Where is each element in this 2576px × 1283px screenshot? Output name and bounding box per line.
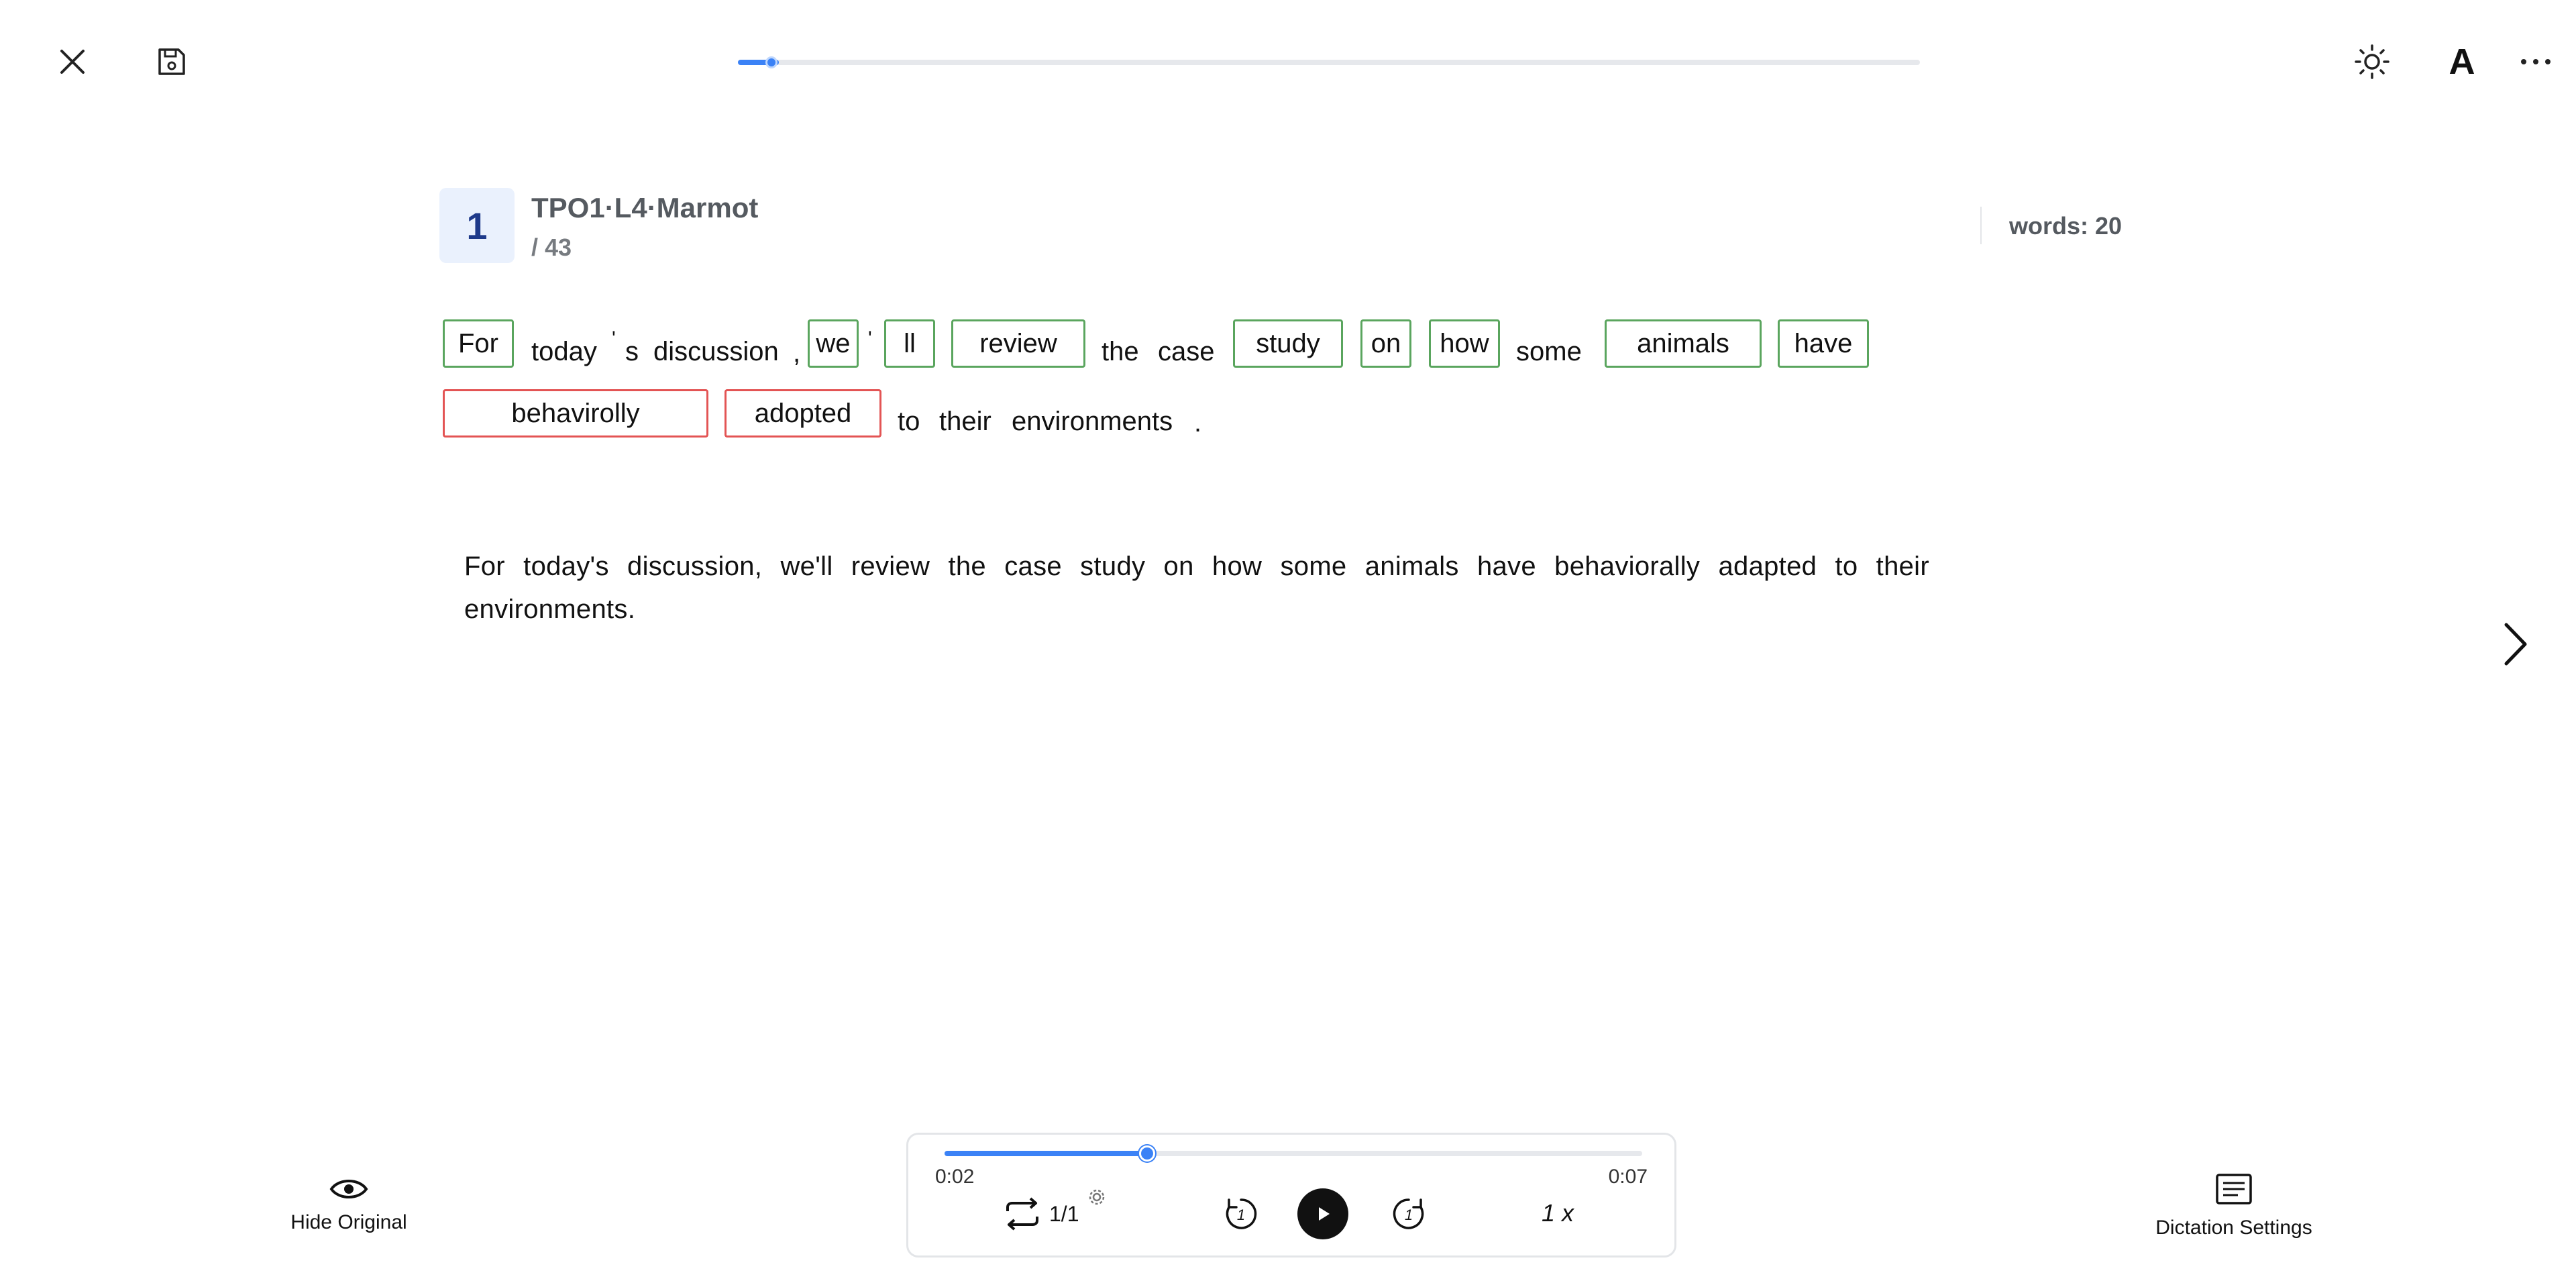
audio-seek-bar[interactable]	[945, 1145, 1642, 1162]
playback-speed-button[interactable]: 1 x	[1542, 1199, 1574, 1227]
word-text: their	[939, 407, 991, 436]
answer-word-box[interactable]: we	[808, 319, 859, 368]
answer-word-box[interactable]: review	[951, 319, 1085, 368]
punctuation: '	[612, 327, 616, 350]
audio-player: 0:02 0:07 1/1 1 1 1 x	[906, 1133, 1676, 1258]
more-options-icon[interactable]	[2516, 47, 2556, 76]
sentence-index-badge: 1	[439, 188, 515, 263]
answer-word-box[interactable]: ll	[884, 319, 935, 368]
audio-seek-fill	[945, 1151, 1147, 1156]
answer-word-box[interactable]: have	[1778, 319, 1869, 368]
word-text: s	[625, 337, 639, 366]
play-button[interactable]	[1297, 1188, 1348, 1239]
lesson-progress-bar[interactable]	[738, 56, 1920, 68]
answer-word-box[interactable]: For	[443, 319, 514, 368]
word-text: environments	[1012, 407, 1173, 436]
answer-word-box-incorrect[interactable]: adopted	[724, 389, 881, 438]
document-settings-icon	[2216, 1174, 2252, 1204]
word-text: some	[1516, 337, 1582, 366]
word-text: the	[1102, 337, 1139, 366]
word-count: words: 20	[2009, 212, 2123, 240]
lesson-progress-knob[interactable]	[765, 56, 777, 68]
eye-icon	[329, 1180, 368, 1198]
repeat-button[interactable]: 1/1	[1002, 1192, 1079, 1235]
answer-word-box[interactable]: on	[1360, 319, 1411, 368]
answer-word-box-incorrect[interactable]: behavirolly	[443, 389, 708, 438]
brightness-icon[interactable]	[2353, 43, 2391, 81]
repeat-icon	[1006, 1197, 1038, 1231]
current-time: 0:02	[935, 1166, 975, 1188]
repeat-count: 1/1	[1049, 1201, 1079, 1226]
hide-original-button[interactable]: Hide Original	[282, 1176, 416, 1234]
forward-icon[interactable]: 1	[1389, 1194, 1429, 1234]
punctuation: '	[868, 327, 872, 350]
svg-text:1: 1	[1405, 1207, 1413, 1223]
next-sentence-icon[interactable]	[2496, 617, 2536, 671]
audio-seek-knob[interactable]	[1138, 1145, 1155, 1162]
dictation-settings-label: Dictation Settings	[2155, 1217, 2312, 1239]
word-text: to	[898, 407, 920, 436]
answer-row-1: For today ' s discussion , we ' ll revie…	[441, 319, 1917, 373]
hide-original-label: Hide Original	[290, 1211, 407, 1233]
word-text: today	[531, 337, 597, 366]
punctuation: ,	[793, 338, 801, 368]
svg-text:1: 1	[1237, 1207, 1245, 1223]
punctuation: .	[1194, 408, 1202, 438]
total-time: 0:07	[1608, 1166, 1648, 1188]
play-icon	[1319, 1207, 1330, 1221]
answer-row-2: behavirolly adopted to their environment…	[441, 389, 1917, 443]
original-sentence: For today's discussion, we'll review the…	[464, 552, 1929, 624]
word-text: case	[1158, 337, 1215, 366]
answer-word-box[interactable]: animals	[1605, 319, 1762, 368]
close-icon[interactable]	[54, 43, 91, 81]
dictation-settings-button[interactable]: Dictation Settings	[2133, 1173, 2334, 1239]
sentence-total: / 43	[531, 234, 572, 261]
lesson-title: TPO1·L4·Marmot	[531, 192, 759, 223]
divider	[1980, 207, 1982, 244]
font-size-icon[interactable]: A	[2442, 40, 2482, 83]
answer-word-box[interactable]: how	[1429, 319, 1500, 368]
repeat-settings-icon[interactable]	[1088, 1188, 1106, 1206]
rewind-icon[interactable]: 1	[1221, 1194, 1261, 1234]
answer-word-box[interactable]: study	[1233, 319, 1343, 368]
word-text: discussion	[653, 337, 779, 366]
save-icon[interactable]	[153, 43, 191, 81]
